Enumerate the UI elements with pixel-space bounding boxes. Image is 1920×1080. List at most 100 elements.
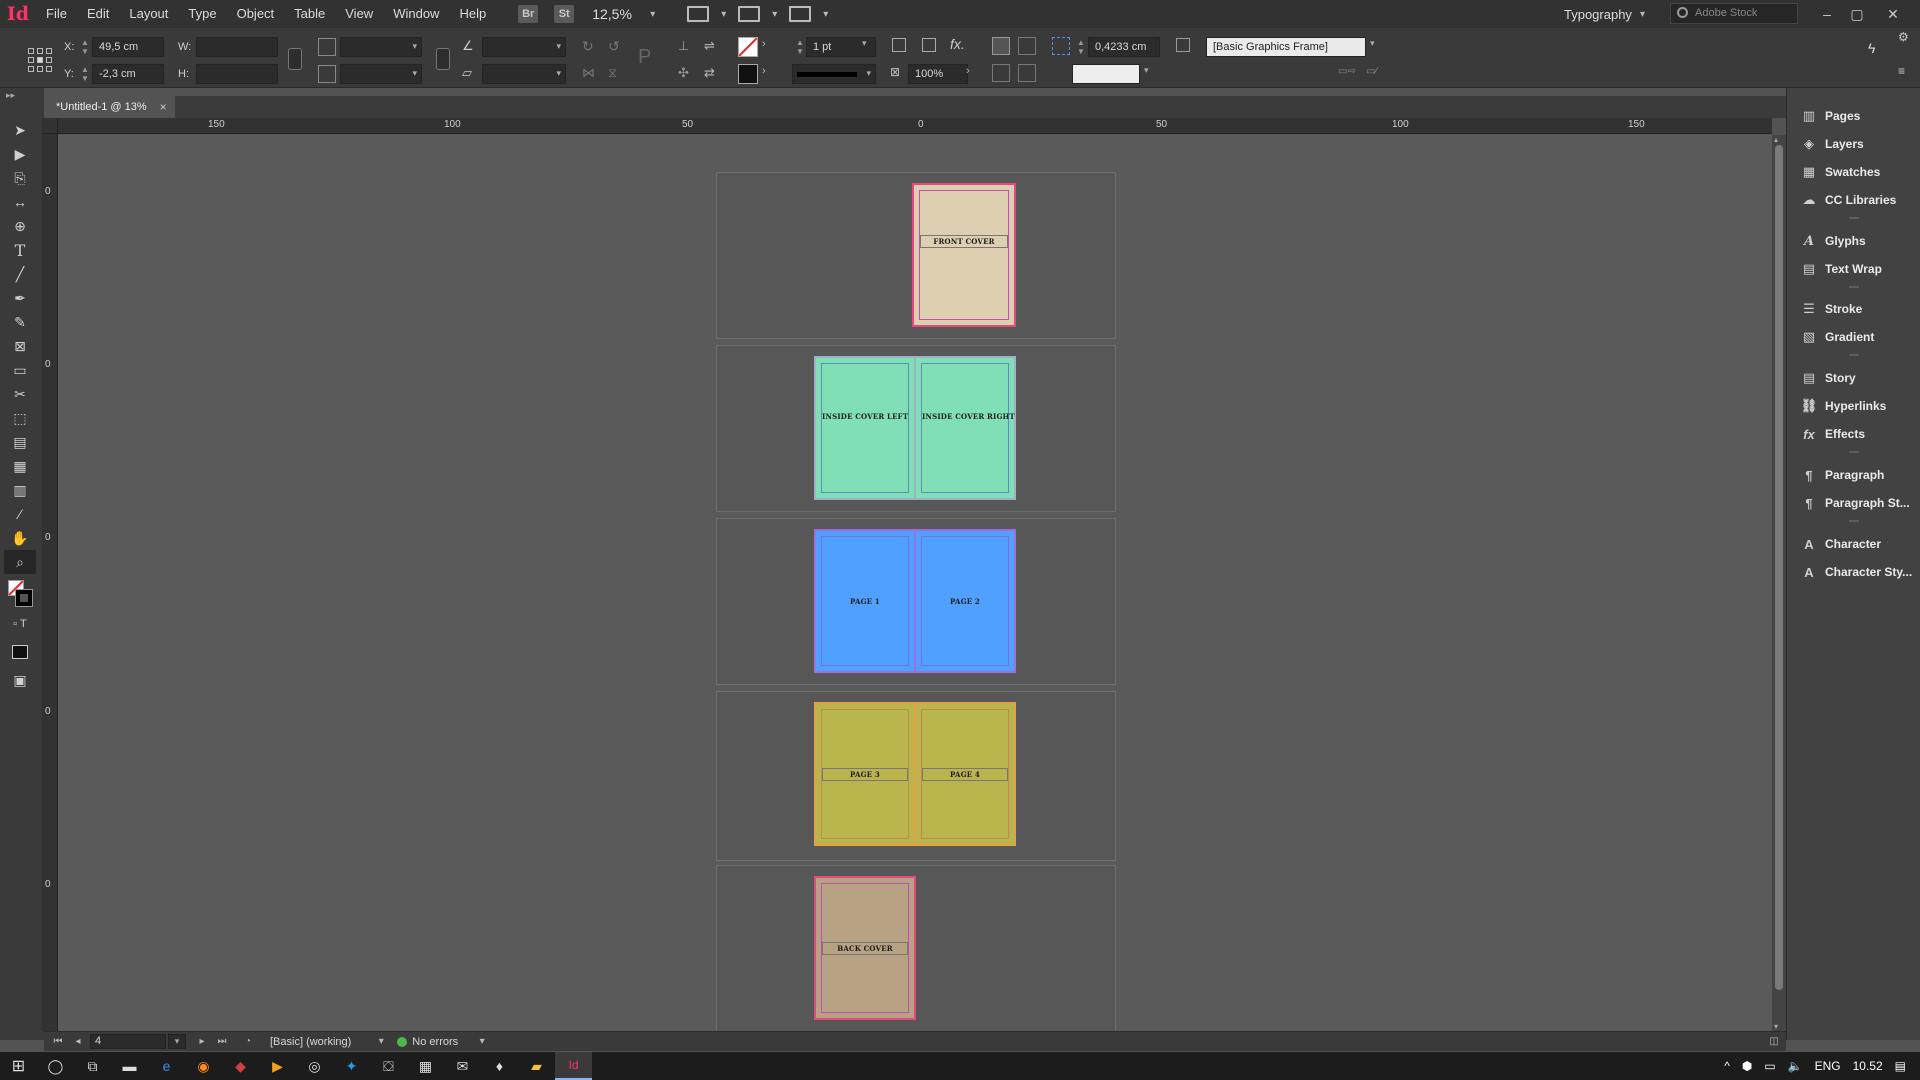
select-previous-icon[interactable]: ✣ <box>678 65 696 83</box>
panel-story[interactable]: ▤ Story <box>1787 365 1920 391</box>
offset-field[interactable]: 0,4233 cm <box>1088 37 1160 57</box>
page-1[interactable]: PAGE 1 <box>815 530 915 672</box>
menu-view[interactable]: View <box>335 0 383 28</box>
fitting-icon[interactable] <box>892 38 906 52</box>
width-field[interactable] <box>196 37 278 57</box>
preflight-profile[interactable]: [Basic] (working) <box>270 1036 351 1048</box>
note-tool-icon[interactable]: ▥ <box>4 478 36 502</box>
scrollbar-thumb[interactable] <box>1775 145 1783 990</box>
arrange-documents-icon[interactable] <box>789 6 812 22</box>
action-center-icon[interactable]: ▤ <box>1889 1059 1912 1073</box>
select-next-icon[interactable]: ⇄ <box>704 65 722 83</box>
panel-swatches[interactable]: ▦ Swatches <box>1787 159 1920 185</box>
bridge-button[interactable]: Br <box>518 5 539 23</box>
stock-button[interactable]: St <box>554 5 575 23</box>
taskbar-app-icon[interactable]: ♦ <box>481 1052 518 1080</box>
offset-spinner-icon[interactable]: ▲ ▼ <box>1076 38 1086 56</box>
task-view-icon[interactable]: ⧉ <box>74 1052 111 1080</box>
content-collector-icon[interactable]: ⊕ <box>4 214 36 238</box>
scissors-tool-icon[interactable]: ✂ <box>4 382 36 406</box>
split-window-icon[interactable]: ◫ <box>1764 1036 1784 1047</box>
shear-angle-dropdown[interactable]: ▾ <box>482 64 566 84</box>
next-page-icon[interactable]: ▸ <box>192 1036 212 1047</box>
volume-icon[interactable]: 🔈 <box>1782 1059 1809 1073</box>
selection-tool-icon[interactable]: ➤ <box>4 118 36 142</box>
style-options-icon[interactable]: ▭⁄ <box>1366 66 1384 84</box>
clock[interactable]: 10.52 <box>1847 1059 1889 1073</box>
chrome-icon[interactable]: ◎ <box>296 1052 333 1080</box>
arrange-chevron-icon[interactable]: ▾ <box>823 9 828 20</box>
page-2[interactable]: PAGE 2 <box>915 530 1015 672</box>
document-canvas[interactable]: FRONT COVER INSIDE COVER LEFT INSIDE COV… <box>58 135 1772 1031</box>
menu-table[interactable]: Table <box>284 0 335 28</box>
pencil-tool-icon[interactable]: ✎ <box>4 310 36 334</box>
select-content-icon[interactable]: ⇌ <box>704 38 722 56</box>
tray-chevron-up-icon[interactable]: ^ <box>1718 1059 1736 1073</box>
preflight-profile-chevron-icon[interactable]: ▾ <box>371 1036 391 1047</box>
flip-horizontal-icon[interactable]: ⋈ <box>582 65 600 83</box>
x-spinner-icon[interactable]: ▲ ▼ <box>80 38 90 56</box>
panel-pages[interactable]: ▥ Pages <box>1787 103 1920 129</box>
page-3[interactable]: PAGE 3 <box>815 703 915 845</box>
adobe-stock-search-input[interactable]: Adobe Stock <box>1670 3 1798 24</box>
preflight-menu-chevron-icon[interactable]: ▾ <box>472 1036 492 1047</box>
close-tab-icon[interactable]: × <box>160 96 167 118</box>
color-swatch-dropdown[interactable] <box>1072 64 1140 84</box>
workspace-switcher[interactable]: Typography ▾ <box>1564 0 1653 28</box>
auto-fit-icon[interactable] <box>1052 37 1070 55</box>
text-wrap-shape-icon[interactable] <box>992 64 1010 82</box>
y-spinner-icon[interactable]: ▲ ▼ <box>80 65 90 83</box>
stroke-black-swatch-icon[interactable] <box>738 64 758 84</box>
vertical-ruler[interactable]: 0 0 0 0 0 <box>42 134 58 1031</box>
panel-menu-icon[interactable]: ≡ <box>1898 64 1916 82</box>
panel-character[interactable]: A Character <box>1787 531 1920 557</box>
page-inside-cover-right[interactable]: INSIDE COVER RIGHT <box>915 357 1015 499</box>
panel-character-styles[interactable]: A Character Sty... <box>1787 559 1920 585</box>
page-front-cover[interactable]: FRONT COVER <box>913 184 1015 326</box>
y-position-field[interactable]: -2,3 cm <box>92 64 164 84</box>
menu-edit[interactable]: Edit <box>77 0 119 28</box>
flip-vertical-icon[interactable]: ⧖ <box>608 65 626 83</box>
page-tool-icon[interactable]: ⎘ <box>4 166 36 190</box>
horizontal-ruler[interactable]: 150 100 50 0 50 100 150 <box>58 118 1772 134</box>
clear-overrides-icon[interactable]: ▭⇨ <box>1338 66 1356 84</box>
file-explorer-icon[interactable]: ▰ <box>518 1052 555 1080</box>
calculator-icon[interactable]: ▦ <box>407 1052 444 1080</box>
page-inside-cover-left[interactable]: INSIDE COVER LEFT <box>815 357 915 499</box>
pen-tool-icon[interactable]: ✒ <box>4 286 36 310</box>
panel-layers[interactable]: ◈ Layers <box>1787 131 1920 157</box>
twitter-icon[interactable]: ✦ <box>333 1052 370 1080</box>
media-player-icon[interactable]: ▶ <box>259 1052 296 1080</box>
maximize-icon[interactable]: ▢ <box>1842 0 1872 28</box>
page-4[interactable]: PAGE 4 <box>915 703 1015 845</box>
network-icon[interactable]: ▭ <box>1758 1059 1781 1073</box>
open-document-icon[interactable]: ◔ <box>238 1036 258 1047</box>
text-wrap-jump-icon[interactable] <box>1018 64 1036 82</box>
frame-fitting-icon[interactable] <box>922 38 936 52</box>
firefox-icon[interactable]: ◉ <box>185 1052 222 1080</box>
taskbar-app-icon[interactable]: ◆ <box>222 1052 259 1080</box>
rectangle-tool-icon[interactable]: ▭ <box>4 358 36 382</box>
opacity-chevron-icon[interactable]: › <box>966 65 984 83</box>
view-options-chevron-icon[interactable]: ▾ <box>721 9 726 20</box>
menu-object[interactable]: Object <box>227 0 285 28</box>
color-swatch-chevron-icon[interactable]: ▾ <box>1144 65 1162 83</box>
gap-tool-icon[interactable]: ↔ <box>4 190 36 214</box>
menu-window[interactable]: Window <box>383 0 449 28</box>
panel-hyperlinks[interactable]: ⛓ Hyperlinks <box>1787 393 1920 419</box>
x-position-field[interactable]: 49,5 cm <box>92 37 164 57</box>
fill-chevron-icon[interactable]: › <box>762 38 780 56</box>
height-field[interactable] <box>196 64 278 84</box>
close-window-icon[interactable]: ✕ <box>1878 0 1908 28</box>
edge-browser-icon[interactable]: e <box>148 1052 185 1080</box>
first-page-icon[interactable]: ⏮ <box>48 1036 68 1047</box>
rectangle-frame-tool-icon[interactable]: ⊠ <box>4 334 36 358</box>
object-style-dropdown[interactable]: [Basic Graphics Frame] <box>1206 37 1366 57</box>
constrain-proportions-icon[interactable] <box>288 48 302 70</box>
scale-y-dropdown[interactable]: ▾ <box>340 64 422 84</box>
scroll-up-icon[interactable]: ▴ <box>1774 135 1778 144</box>
opacity-field[interactable]: 100% <box>908 64 968 84</box>
reference-point-icon[interactable] <box>28 48 52 72</box>
text-wrap-bounding-icon[interactable] <box>1018 37 1036 55</box>
eyedropper-tool-icon[interactable]: ⁄ <box>4 502 36 526</box>
